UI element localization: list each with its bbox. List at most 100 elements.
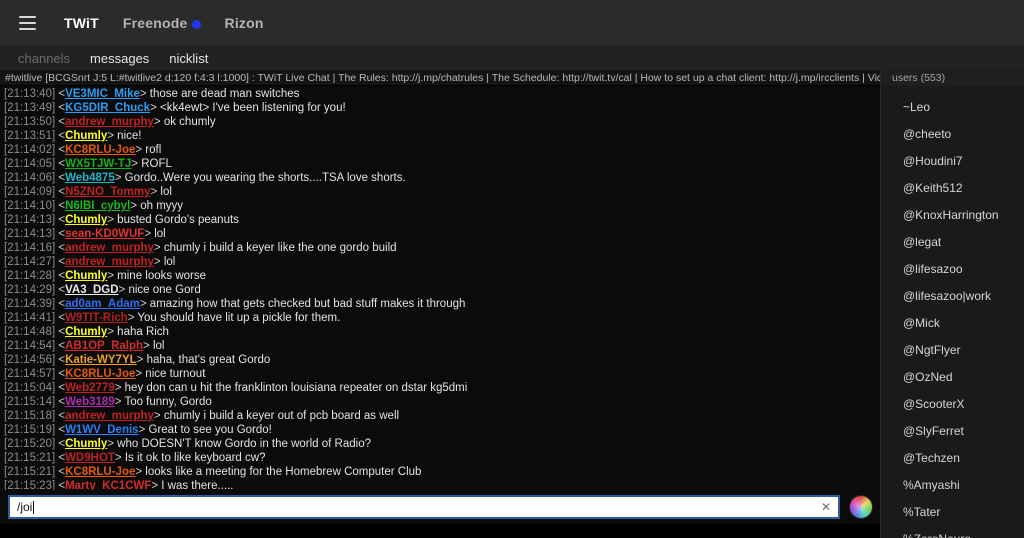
message-nick[interactable]: VE3MIC_Mike bbox=[65, 88, 140, 100]
nicklist-item[interactable]: @cheeto bbox=[881, 121, 1024, 148]
message-text: ROFL bbox=[141, 158, 172, 170]
message-timestamp: [21:14:02] bbox=[4, 144, 56, 156]
nicklist-item[interactable]: @OzNed bbox=[881, 364, 1024, 391]
message-timestamp: [21:15:23] bbox=[4, 480, 56, 490]
message-nick[interactable]: Web3189 bbox=[65, 396, 115, 408]
nick-bracket-close: > bbox=[114, 172, 125, 184]
nick-bracket-open: < bbox=[55, 130, 66, 142]
nick-bracket-close: > bbox=[107, 438, 118, 450]
message-nick[interactable]: Katie-WY7YL bbox=[65, 354, 137, 366]
message-nick[interactable]: N6IBI_cybyl bbox=[65, 200, 130, 212]
message-text: haha Rich bbox=[117, 326, 169, 338]
message-timestamp: [21:14:48] bbox=[4, 326, 56, 338]
nicklist-item[interactable]: @ScooterX bbox=[881, 391, 1024, 418]
message-timestamp: [21:15:21] bbox=[4, 452, 56, 464]
chat-message: [21:14:02] <KC8RLU-Joe> rofl bbox=[4, 143, 880, 157]
message-nick[interactable]: WX5TJW-TJ bbox=[65, 158, 131, 170]
message-nick[interactable]: VA3_DGD bbox=[65, 284, 118, 296]
nicklist-item[interactable]: ~Leo bbox=[881, 94, 1024, 121]
chat-message: [21:14:05] <WX5TJW-TJ> ROFL bbox=[4, 157, 880, 171]
network-tab-label: Rizon bbox=[224, 15, 264, 31]
color-wheel-icon[interactable] bbox=[850, 496, 872, 518]
message-nick[interactable]: andrew_murphy bbox=[65, 242, 154, 254]
message-text: nice one Gord bbox=[128, 284, 201, 296]
nicklist-item[interactable]: %Amyashi bbox=[881, 472, 1024, 499]
message-nick[interactable]: N5ZNO_Tommy bbox=[65, 186, 150, 198]
topic-row: #twitlive [BCGSnrt J:5 L:#twitlive2 d:12… bbox=[0, 69, 1024, 86]
message-nick[interactable]: andrew_murphy bbox=[65, 256, 154, 268]
message-timestamp: [21:15:21] bbox=[4, 466, 56, 478]
nick-bracket-close: > bbox=[150, 186, 161, 198]
chat-message: [21:14:57] <KC8RLU-Joe> nice turnout bbox=[4, 367, 880, 381]
message-nick[interactable]: KG5DIR_Chuck bbox=[65, 102, 150, 114]
nicklist-item[interactable]: @Keith512 bbox=[881, 175, 1024, 202]
nick-bracket-open: < bbox=[55, 410, 66, 422]
chat-message: [21:14:16] <andrew_murphy> chumly i buil… bbox=[4, 241, 880, 255]
nicklist-item[interactable]: @Techzen bbox=[881, 445, 1024, 472]
message-timestamp: [21:15:19] bbox=[4, 424, 56, 436]
nick-bracket-open: < bbox=[55, 228, 66, 240]
notification-dot-icon bbox=[191, 19, 201, 29]
nicklist-item[interactable]: %Tater bbox=[881, 499, 1024, 526]
message-nick[interactable]: sean-KD0WUF bbox=[65, 228, 144, 240]
message-nick[interactable]: W9TIT-Rich bbox=[65, 312, 128, 324]
message-nick[interactable]: Chumly bbox=[65, 130, 107, 142]
nicklist-item[interactable]: %ZeroNeuro bbox=[881, 526, 1024, 538]
message-nick[interactable]: andrew_murphy bbox=[65, 410, 154, 422]
nicklist-item[interactable]: @NgtFlyer bbox=[881, 337, 1024, 364]
message-timestamp: [21:15:14] bbox=[4, 396, 56, 408]
message-nick[interactable]: andrew_murphy bbox=[65, 116, 154, 128]
nicklist-item[interactable]: @legat bbox=[881, 229, 1024, 256]
nicklist-item[interactable]: @Mick bbox=[881, 310, 1024, 337]
clear-input-icon[interactable]: ✕ bbox=[821, 501, 831, 513]
nick-bracket-open: < bbox=[55, 88, 66, 100]
network-tab-freenode[interactable]: Freenode bbox=[113, 11, 211, 35]
chat-message: [21:14:13] <Chumly> busted Gordo's peanu… bbox=[4, 213, 880, 227]
nick-bracket-close: > bbox=[136, 354, 147, 366]
message-nick[interactable]: Chumly bbox=[65, 438, 107, 450]
irc-client-window: TWiT Freenode Rizon channels messages nickli… bbox=[0, 0, 1024, 538]
message-text: chumly i build a keyer out of pcb board … bbox=[163, 410, 400, 422]
message-nick[interactable]: AB1OP_Ralph bbox=[65, 340, 143, 352]
nicklist-item[interactable]: @lifesazoo bbox=[881, 256, 1024, 283]
network-tab-rizon[interactable]: Rizon bbox=[215, 11, 274, 35]
hamburger-line bbox=[18, 16, 36, 18]
view-tab-nicklist[interactable]: nicklist bbox=[159, 51, 218, 66]
nick-bracket-close: > bbox=[135, 144, 146, 156]
view-tab-channels[interactable]: channels bbox=[8, 51, 80, 66]
nicklist-item[interactable]: @lifesazoo|work bbox=[881, 283, 1024, 310]
message-nick[interactable]: Chumly bbox=[65, 326, 107, 338]
message-nick[interactable]: KC8RLU-Joe bbox=[65, 466, 135, 478]
nicklist-panel[interactable]: ~Leo @cheeto @Houdini7 @Keith512 @KnoxHarrin… bbox=[880, 86, 1024, 538]
message-timestamp: [21:14:57] bbox=[4, 368, 56, 380]
channel-topic[interactable]: #twitlive [BCGSnrt J:5 L:#twitlive2 d:12… bbox=[0, 72, 880, 84]
message-nick[interactable]: Web2779 bbox=[65, 382, 115, 394]
nick-bracket-open: < bbox=[55, 298, 66, 310]
view-tab-messages[interactable]: messages bbox=[80, 51, 159, 66]
nick-bracket-close: > bbox=[130, 200, 141, 212]
chat-message: [21:14:13] <sean-KD0WUF> lol bbox=[4, 227, 880, 241]
message-nick[interactable]: ad0am_Adam bbox=[65, 298, 140, 310]
nicklist-item[interactable]: @SlyFerret bbox=[881, 418, 1024, 445]
nick-bracket-open: < bbox=[55, 158, 66, 170]
message-nick[interactable]: KC8RLU-Joe bbox=[65, 144, 135, 156]
message-input-wrapper[interactable]: /joi ✕ bbox=[8, 495, 840, 519]
nicklist-item[interactable]: @KnoxHarrington bbox=[881, 202, 1024, 229]
message-nick[interactable]: Web4875 bbox=[65, 172, 115, 184]
nick-bracket-open: < bbox=[55, 382, 66, 394]
network-tab-twit[interactable]: TWiT bbox=[54, 11, 109, 35]
nick-bracket-open: < bbox=[55, 466, 66, 478]
message-nick[interactable]: W1WV_Denis bbox=[65, 424, 139, 436]
message-nick[interactable]: KC8RLU-Joe bbox=[65, 368, 135, 380]
nick-bracket-open: < bbox=[55, 312, 66, 324]
network-tab-bar: TWiT Freenode Rizon bbox=[0, 0, 1024, 46]
message-nick[interactable]: Chumly bbox=[65, 214, 107, 226]
nick-bracket-close: > bbox=[139, 88, 150, 100]
hamburger-menu-icon[interactable] bbox=[10, 6, 44, 40]
message-list[interactable]: [21:13:40] <VE3MIC_Mike> those are dead … bbox=[0, 86, 880, 490]
nicklist-item[interactable]: @Houdini7 bbox=[881, 148, 1024, 175]
message-input-value[interactable]: /joi bbox=[10, 500, 32, 514]
message-nick[interactable]: WD9HOT bbox=[65, 452, 115, 464]
message-nick[interactable]: Marty_KC1CWF bbox=[65, 480, 151, 490]
message-nick[interactable]: Chumly bbox=[65, 270, 107, 282]
